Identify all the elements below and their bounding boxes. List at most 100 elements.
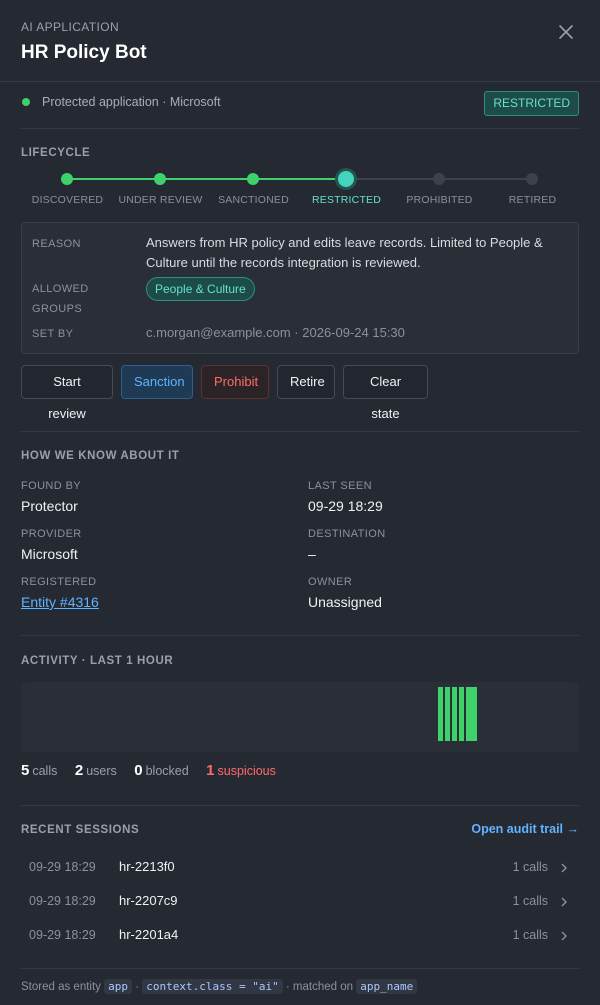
lifecycle-stepper: DISCOVERED UNDER REVIEW SANCTIONED RESTR… [21,170,579,210]
stat-users: 2 users [74,762,117,779]
stepper-connector [440,178,533,180]
registered-entity-link[interactable]: Entity #4316 [21,594,99,610]
stat-value: 5 [21,762,30,779]
allowed-groups-label-line: ALLOWED [32,283,89,295]
stepper-connector [161,178,254,180]
stat-label: calls [32,764,58,778]
retire-button[interactable]: Retire [277,365,335,399]
session-time: 09-29 18:29 [29,894,96,908]
divider [21,805,579,806]
found-by-label: FOUND BY [21,480,82,492]
stat-suspicious: 1 suspicious [206,762,276,779]
allowed-groups-label-line: GROUPS [32,303,83,315]
session-row[interactable]: 09-29 18:29 hr-2201a4 1 calls [21,918,579,952]
session-time: 09-29 18:29 [29,860,96,874]
page-title: HR Policy Bot [21,42,147,63]
stat-blocked: 0 blocked [134,762,189,779]
prohibit-button[interactable]: Prohibit [201,365,269,399]
reason-text: Answers from HR policy and edits leave r… [146,235,543,270]
context-class-code: context.class = "ai" [142,979,283,994]
owner-label: OWNER [308,576,353,588]
last-seen-value: 09-29 18:29 [308,498,383,514]
step-label: PROHIBITED [406,194,473,206]
session-row[interactable]: 09-29 18:29 hr-2213f0 1 calls [21,850,579,884]
sessions-title: RECENT SESSIONS [21,824,140,836]
match-field-code: app_name [356,979,418,994]
session-calls: 1 calls [512,894,548,908]
destination-value: – [308,546,316,562]
stat-label: blocked [145,764,189,778]
registered-label: REGISTERED [21,576,97,588]
activity-bar [466,687,477,741]
footnote-text: · matched on [285,981,354,993]
status-row: Protected application · Microsoft RESTRI… [21,91,579,116]
activity-bar [459,687,464,741]
stat-value: 2 [74,762,84,779]
activity-sparkline [21,682,579,752]
step-dot [247,173,259,185]
step-label: SANCTIONED [218,194,289,206]
close-icon[interactable] [556,22,576,42]
step-dot [526,173,538,185]
step-label: RETIRED [508,194,557,206]
app-detail-panel: AI APPLICATION HR Policy Bot Protected a… [0,0,600,1005]
clear-state-button[interactable]: Clear state [343,365,428,421]
reason-label: REASON [32,238,81,250]
session-id: hr-2213f0 [119,859,175,874]
stat-value: 1 [206,762,215,779]
allowed-groups-label: ALLOWED GROUPS [32,279,89,319]
activity-stats: 5 calls 2 users 0 blocked 1 suspicious [21,762,290,779]
footnote-text: Stored as entity [21,981,101,993]
sanction-button[interactable]: Sanction [121,365,193,399]
step-label: DISCOVERED [31,194,104,206]
step-dot [154,173,166,185]
chevron-right-icon [559,895,569,907]
activity-title: ACTIVITY · LAST 1 HOUR [21,655,174,667]
session-id: hr-2207c9 [119,893,178,908]
provider-label: PROVIDER [21,528,82,540]
allowed-groups: People & Culture [146,277,255,301]
stat-value: 0 [134,762,143,779]
panel-kicker: AI APPLICATION [21,20,120,34]
divider [21,968,579,969]
restriction-details: REASON Answers from HR policy and edits … [21,222,579,354]
divider [21,128,579,129]
start-review-button[interactable]: Start review [21,365,113,421]
stepper-connector [347,178,440,180]
divider [21,635,579,636]
provider-value: Microsoft [21,546,78,562]
owner-value: Unassigned [308,594,382,610]
stepper-connector [68,178,161,180]
step-label: RESTRICTED [311,194,382,206]
destination-label: DESTINATION [308,528,386,540]
session-time: 09-29 18:29 [29,928,96,942]
set-by-label: SET BY [32,328,74,340]
status-badge: RESTRICTED [484,91,579,116]
header-divider [0,81,600,82]
stepper-connector [254,178,347,180]
step-dot [61,173,73,185]
activity-bar [445,687,450,741]
footnote-separator: · [135,981,140,993]
stat-label: suspicious [217,764,276,778]
entity-code: app [104,979,132,994]
activity-bar [438,687,443,741]
status-text: Protected application · Microsoft [42,95,221,109]
open-audit-trail-link[interactable]: Open audit trail → [471,822,579,836]
status-dot [22,98,30,106]
session-calls: 1 calls [512,928,548,942]
activity-bar [452,687,457,741]
step-label: UNDER REVIEW [118,194,203,206]
session-row[interactable]: 09-29 18:29 hr-2207c9 1 calls [21,884,579,918]
set-by-value: c.morgan@example.com · 2026-09-24 15:30 [146,325,405,340]
chevron-right-icon [559,861,569,873]
chevron-right-icon [559,929,569,941]
storage-footnote: Stored as entity app · context.class = "… [21,979,418,994]
stat-calls: 5 calls [21,762,58,779]
step-dot [433,173,445,185]
divider [21,431,579,432]
stat-label: users [86,764,117,778]
found-by-value: Protector [21,498,78,514]
session-calls: 1 calls [512,860,548,874]
last-seen-label: LAST SEEN [308,480,372,492]
